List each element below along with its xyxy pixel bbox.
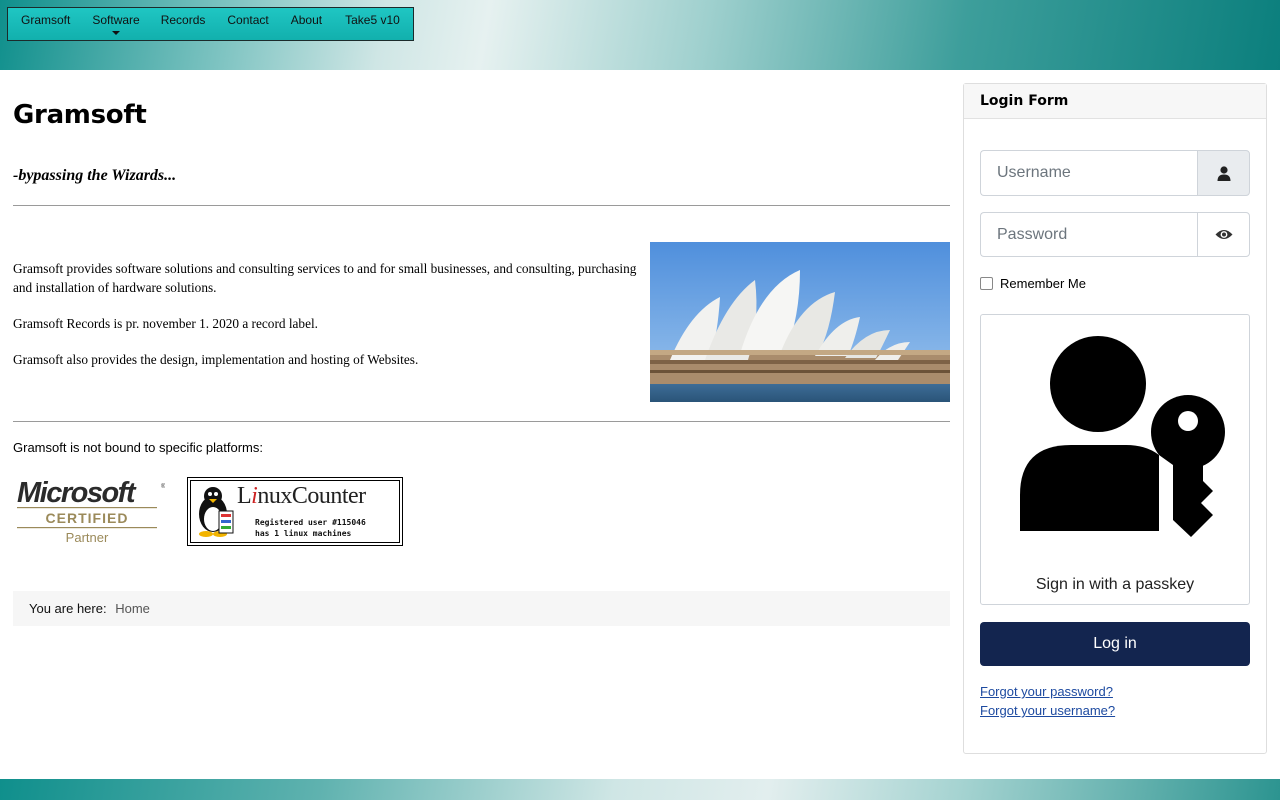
- svg-text:Partner: Partner: [66, 530, 109, 545]
- nav-item-contact[interactable]: Contact: [227, 8, 268, 40]
- show-password-eye-icon[interactable]: [1197, 212, 1250, 257]
- breadcrumb-home-link[interactable]: Home: [115, 601, 150, 616]
- websites-paragraph: Gramsoft also provides the design, imple…: [13, 352, 419, 367]
- linux-counter-line-1: Registered user #115046: [255, 518, 366, 527]
- username-input[interactable]: [980, 150, 1197, 196]
- password-field-group: [980, 212, 1250, 257]
- user-key-icon: [1020, 336, 1225, 537]
- footer-banner: [0, 779, 1280, 800]
- remember-me-label: Remember Me: [1000, 276, 1086, 291]
- nav-item-software[interactable]: Software: [92, 8, 140, 40]
- nav-item-about[interactable]: About: [291, 8, 322, 40]
- main-nav: Gramsoft Software Records Contact About …: [7, 7, 414, 41]
- breadcrumb-label: You are here:: [29, 601, 107, 616]
- records-paragraph: Gramsoft Records is pr. november 1. 2020…: [13, 316, 319, 331]
- svg-text:CERTIFIED: CERTIFIED: [46, 510, 129, 526]
- username-field-group: [980, 150, 1250, 196]
- svg-text:Microsoft: Microsoft: [17, 478, 137, 509]
- nav-item-take5[interactable]: Take5 v10: [345, 8, 400, 40]
- opera-house-image: [650, 242, 950, 402]
- remember-me[interactable]: Remember Me: [980, 276, 1086, 291]
- nav-item-label: Software: [92, 13, 140, 27]
- login-button[interactable]: Log in: [980, 622, 1250, 666]
- svg-text:®: ®: [161, 483, 165, 490]
- forgot-password-link[interactable]: Forgot your password?: [980, 684, 1113, 699]
- microsoft-certified-partner-logo: Microsoft ® CERTIFIED Partner: [15, 477, 166, 548]
- linux-counter-line-2: has 1 linux machines: [255, 529, 352, 538]
- intro-paragraph: Gramsoft provides software solutions and…: [13, 261, 637, 295]
- divider: [13, 205, 950, 206]
- platforms-text: Gramsoft is not bound to specific platfo…: [13, 440, 263, 455]
- linux-counter-title: LinuxCounter: [237, 483, 366, 509]
- passkey-label: Sign in with a passkey: [1035, 576, 1195, 593]
- divider: [13, 421, 950, 422]
- nav-item-gramsoft[interactable]: Gramsoft: [21, 8, 70, 40]
- caret-down-icon: [112, 31, 121, 35]
- tagline: -bypassing the Wizards...: [13, 167, 177, 184]
- breadcrumb: You are here: Home: [13, 591, 950, 626]
- nav-item-records[interactable]: Records: [161, 8, 206, 40]
- header-banner: Gramsoft Software Records Contact About …: [0, 0, 1280, 70]
- password-input[interactable]: [980, 212, 1197, 257]
- login-form-header: Login Form: [964, 84, 1266, 119]
- linux-counter-badge[interactable]: LinuxCounter Registered user #115046 has…: [187, 477, 403, 546]
- remember-me-checkbox[interactable]: [980, 277, 993, 290]
- login-form-panel: Login Form Remember Me Sign in with a pa…: [963, 83, 1267, 754]
- user-icon: [1197, 150, 1250, 196]
- passkey-button[interactable]: Sign in with a passkey: [980, 314, 1250, 605]
- forgot-username-link[interactable]: Forgot your username?: [980, 703, 1115, 718]
- page-title: Gramsoft: [13, 100, 147, 130]
